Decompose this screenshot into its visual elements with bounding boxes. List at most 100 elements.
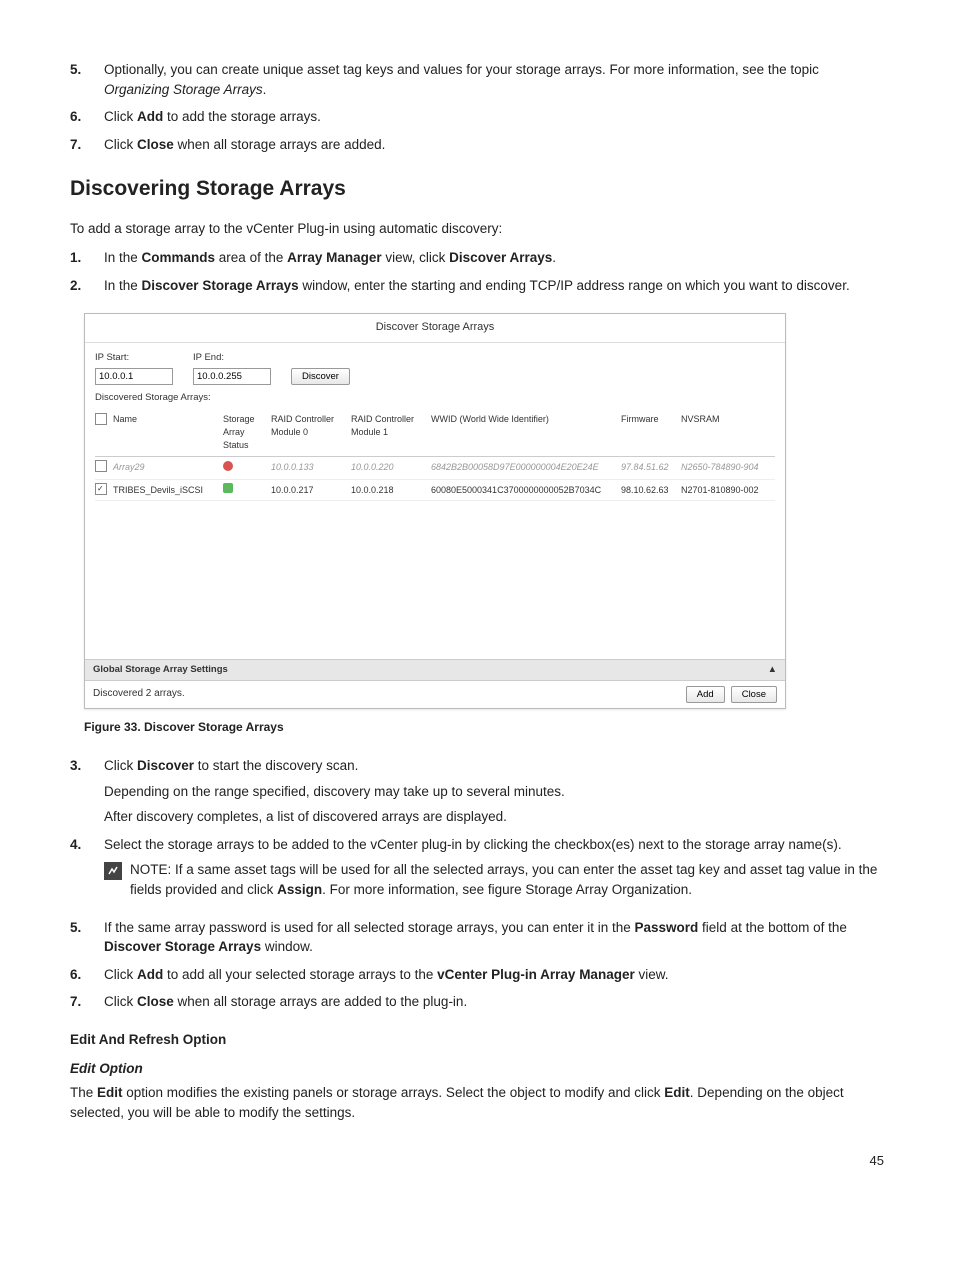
step-body: In the Discover Storage Arrays window, e…: [104, 276, 884, 296]
bold-term: Array Manager: [287, 250, 382, 265]
ip-end-label: IP End:: [193, 351, 271, 365]
note-icon: [104, 862, 122, 880]
cell-nvsram: N2701-810890-002: [681, 484, 771, 497]
step-body: In the Commands area of the Array Manage…: [104, 248, 884, 268]
cell-status: [223, 461, 271, 475]
table-row[interactable]: TRIBES_Devils_iSCSI 10.0.0.217 10.0.0.21…: [95, 480, 775, 501]
discovered-arrays-label: Discovered Storage Arrays:: [95, 391, 775, 405]
text: In the: [104, 250, 142, 265]
discover-dialog-screenshot: Discover Storage Arrays IP Start: IP End…: [84, 313, 786, 708]
text: when all storage arrays are added to the…: [174, 994, 467, 1009]
ip-row: IP Start: IP End: Discover: [95, 351, 775, 385]
ip-start-input[interactable]: [95, 368, 173, 385]
step-5: 5. Optionally, you can create unique ass…: [70, 60, 884, 99]
text: window.: [261, 939, 313, 954]
note-label: NOTE:: [130, 862, 175, 877]
sub-line: Depending on the range specified, discov…: [104, 782, 884, 802]
status-ok-icon: [223, 483, 233, 493]
cell-name: TRIBES_Devils_iSCSI: [113, 484, 223, 497]
text: In the: [104, 278, 142, 293]
bold-term: Discover Storage Arrays: [104, 939, 261, 954]
text: view, click: [382, 250, 450, 265]
cell-m1: 10.0.0.218: [351, 484, 431, 497]
top-steps-list: 5. Optionally, you can create unique ass…: [70, 60, 884, 154]
bold-term: Close: [137, 137, 174, 152]
collapse-icon[interactable]: ▲: [768, 663, 777, 677]
step-7: 7. Click Close when all storage arrays a…: [70, 135, 884, 155]
intro-paragraph: To add a storage array to the vCenter Pl…: [70, 219, 884, 239]
sub-line: After discovery completes, a list of dis…: [104, 807, 884, 827]
step-number: 4.: [70, 835, 104, 910]
bold-term: Edit: [97, 1085, 123, 1100]
status-text: Discovered 2 arrays.: [93, 687, 185, 702]
step-number: 1.: [70, 248, 104, 268]
cell-wwid: 60080E5000341C3700000000052B7034C: [431, 484, 621, 497]
step-4: 4. Select the storage arrays to be added…: [70, 835, 884, 910]
close-button[interactable]: Close: [731, 686, 777, 703]
ip-end-input[interactable]: [193, 368, 271, 385]
text: to add all your selected storage arrays …: [163, 967, 437, 982]
ip-end-field: IP End:: [193, 351, 271, 385]
text: .: [552, 250, 556, 265]
bold-term: Add: [137, 109, 163, 124]
step-body: If the same array password is used for a…: [104, 918, 884, 957]
step-2: 2. In the Discover Storage Arrays window…: [70, 276, 884, 296]
select-all-checkbox[interactable]: [95, 413, 107, 425]
edit-option-paragraph: The Edit option modifies the existing pa…: [70, 1083, 884, 1122]
step-body: Click Add to add all your selected stora…: [104, 965, 884, 985]
bold-term: Password: [635, 920, 699, 935]
cell-fw: 97.84.51.62: [621, 461, 681, 474]
step-body: Optionally, you can create unique asset …: [104, 60, 884, 99]
step-number: 7.: [70, 992, 104, 1012]
dialog-title: Discover Storage Arrays: [85, 314, 785, 343]
page-content: 5. Optionally, you can create unique ass…: [70, 60, 884, 1171]
row-checkbox[interactable]: [95, 460, 107, 472]
text: to start the discovery scan.: [194, 758, 358, 773]
cell-m0: 10.0.0.217: [271, 484, 351, 497]
step-number: 3.: [70, 756, 104, 827]
global-settings-label: Global Storage Array Settings: [93, 663, 228, 677]
text: Click: [104, 994, 137, 1009]
bold-term: Discover Arrays: [449, 250, 552, 265]
bold-term: Commands: [142, 250, 216, 265]
text: .: [263, 82, 267, 97]
text: Click: [104, 137, 137, 152]
page-number: 45: [70, 1152, 884, 1171]
discover-button[interactable]: Discover: [291, 368, 350, 385]
discover-steps-1-2: 1. In the Commands area of the Array Man…: [70, 248, 884, 295]
step-body: Click Discover to start the discovery sc…: [104, 756, 884, 827]
section-heading: Discovering Storage Arrays: [70, 174, 884, 204]
col-fw: Firmware: [621, 413, 681, 452]
text: Click: [104, 758, 137, 773]
text: when all storage arrays are added.: [174, 137, 386, 152]
bold-term: Add: [137, 967, 163, 982]
step-number: 5.: [70, 60, 104, 99]
step-6: 6. Click Add to add the storage arrays.: [70, 107, 884, 127]
global-settings-band[interactable]: Global Storage Array Settings ▲: [85, 659, 785, 681]
add-button[interactable]: Add: [686, 686, 725, 703]
bold-term: Discover: [137, 758, 194, 773]
bold-term: Discover Storage Arrays: [142, 278, 299, 293]
step-7b: 7. Click Close when all storage arrays a…: [70, 992, 884, 1012]
text: If the same array password is used for a…: [104, 920, 635, 935]
step-number: 6.: [70, 107, 104, 127]
step-3: 3. Click Discover to start the discovery…: [70, 756, 884, 827]
bold-term: vCenter Plug-in Array Manager: [437, 967, 635, 982]
step-number: 2.: [70, 276, 104, 296]
step-body: Click Add to add the storage arrays.: [104, 107, 884, 127]
cell-status: [223, 483, 271, 497]
text: Click: [104, 967, 137, 982]
col-nvsram: NVSRAM: [681, 413, 771, 452]
cell-m1: 10.0.0.220: [351, 461, 431, 474]
text: . For more information, see figure Stora…: [322, 882, 692, 897]
col-status: Storage Array Status: [223, 413, 271, 452]
discover-steps-3-7: 3. Click Discover to start the discovery…: [70, 756, 884, 1012]
step-text: Select the storage arrays to be added to…: [104, 835, 884, 855]
ip-start-field: IP Start:: [95, 351, 173, 385]
cell-m0: 10.0.0.133: [271, 461, 351, 474]
discover-btn-wrap: Discover: [291, 351, 350, 385]
dialog-footer: Discovered 2 arrays. Add Close: [85, 681, 785, 708]
row-checkbox[interactable]: [95, 483, 107, 495]
figure-caption: Figure 33. Discover Storage Arrays: [84, 719, 884, 736]
table-row[interactable]: Array29 10.0.0.133 10.0.0.220 6842B2B000…: [95, 457, 775, 480]
